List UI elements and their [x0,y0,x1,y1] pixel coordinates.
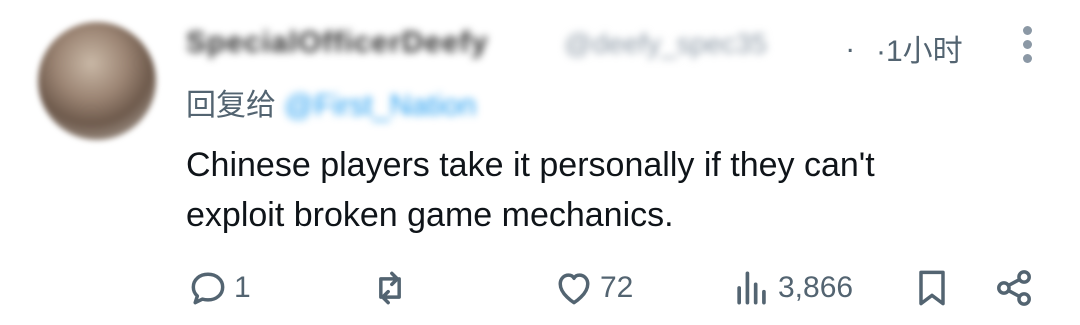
reply-prefix: 回复给 [186,89,276,122]
share-button[interactable] [992,258,1036,318]
reply-button[interactable]: 1 [186,258,251,318]
avatar[interactable] [38,22,156,140]
bookmark-icon [919,270,945,306]
like-count: 72 [600,271,634,304]
views-count: 3,866 [778,271,854,304]
user-handle[interactable]: @deefy_spec35 [564,28,767,60]
reply-count: 1 [234,271,251,304]
reply-icon [191,272,225,305]
retweet-button[interactable] [368,258,416,318]
tweet-header: SpecialOfficerDeefy @deefy_spec35 . ·1小时 [186,22,1056,68]
views-button[interactable]: 3,866 [730,258,853,318]
share-icon [997,270,1031,306]
more-options-button[interactable] [1016,24,1040,64]
views-icon [737,271,766,305]
timestamp[interactable]: ·1小时 [876,26,963,70]
tweet-text-line: exploit broken game mechanics. [186,196,674,234]
handle-ellipsis: . [846,26,855,59]
tweet-text: Chinese players take it personally if th… [186,140,1046,240]
more-vertical-icon [1023,26,1032,35]
action-bar: 1 72 3,866 [186,258,1056,318]
retweet-icon [379,271,401,305]
tweet-text-line: Chinese players take it personally if th… [186,146,875,184]
reply-context: 回复给 @First_Nation [186,80,476,124]
display-name[interactable]: SpecialOfficerDeefy [186,26,488,60]
reply-mention-link[interactable]: @First_Nation [284,89,476,122]
like-button[interactable]: 72 [552,258,633,318]
heart-icon [558,273,590,305]
bookmark-button[interactable] [910,258,954,318]
